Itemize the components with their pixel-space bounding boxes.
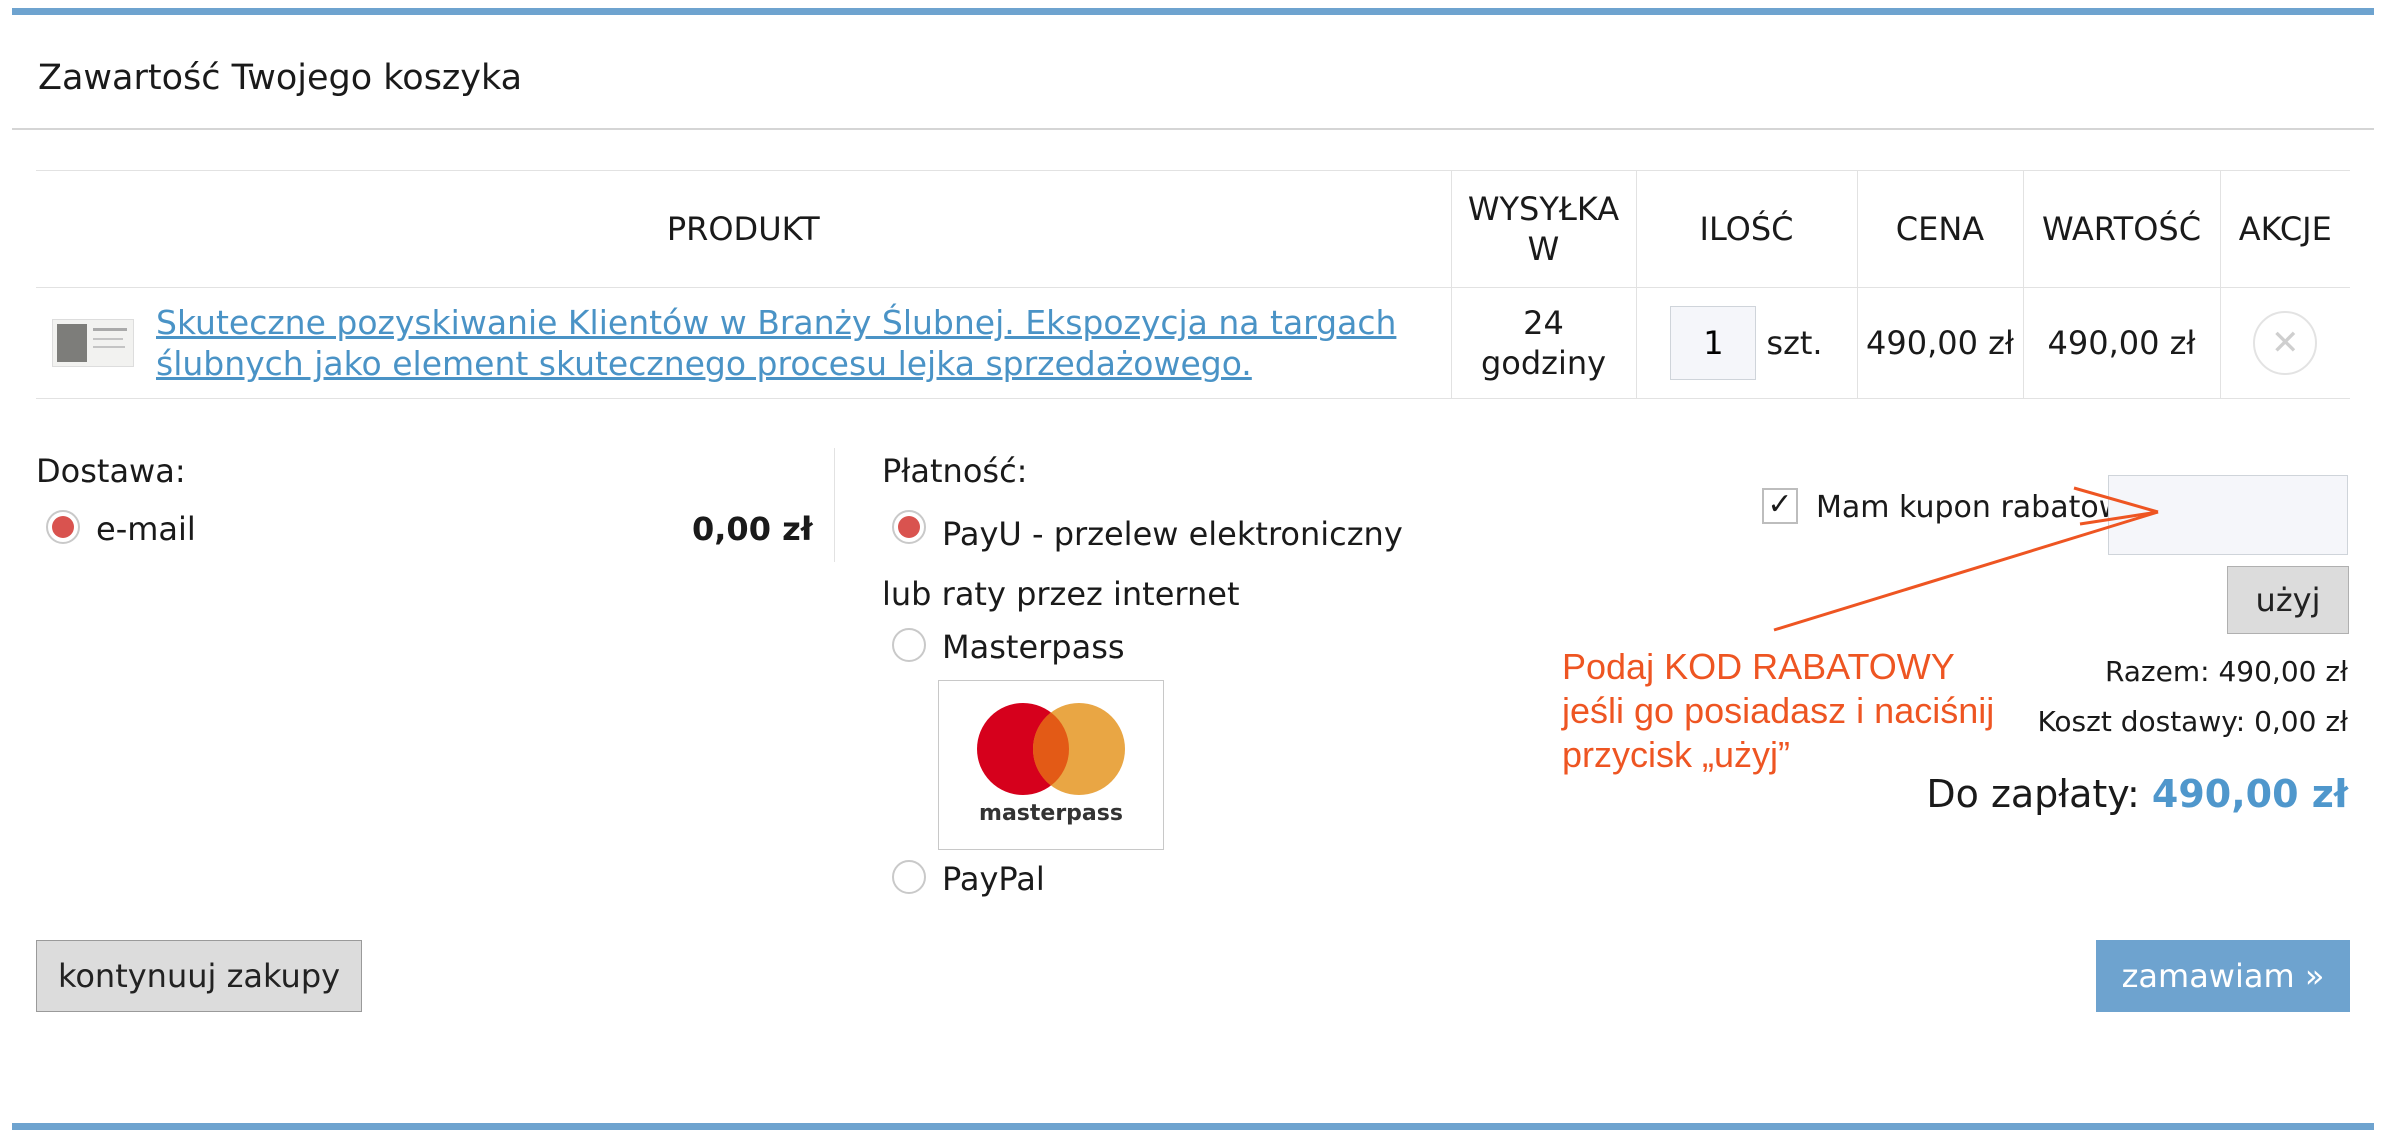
quantity-input[interactable] [1670, 306, 1757, 380]
quantity-cell: szt. [1635, 287, 1857, 399]
annotation-line-1: Podaj KOD RABATOWY [1562, 646, 1955, 687]
order-button[interactable]: zamawiam » [2096, 940, 2350, 1012]
apply-coupon-button[interactable]: użyj [2227, 566, 2349, 634]
annotation-line-3: przycisk „użyj” [1562, 734, 1791, 775]
payment-masterpass-label: Masterpass [942, 628, 1125, 666]
delivery-email-radio[interactable] [46, 510, 80, 544]
amount-due-value: 490,00 zł [2151, 772, 2348, 816]
delivery-price: 0,00 zł [692, 510, 813, 548]
page-title: Zawartość Twojego koszyka [38, 58, 523, 98]
amount-due: Do zapłaty: 490,00 zł [1926, 772, 2348, 816]
delivery-option-label: e-mail [96, 510, 196, 548]
cart-header-row: PRODUKT WYSYŁKA W ILOŚĆ CENA WARTOŚĆ AKCJ… [36, 170, 2350, 288]
annotation-arrow-icon [1773, 486, 2159, 632]
masterpass-logo-text: masterpass [979, 801, 1123, 826]
bottom-accent-bar [12, 1123, 2374, 1130]
payment-masterpass-radio[interactable] [892, 628, 926, 662]
top-accent-bar [12, 8, 2374, 15]
column-divider [834, 448, 835, 562]
table-row: Skuteczne pozyskiwanie Klientów w Branży… [36, 287, 2350, 399]
subtotal: Razem: 490,00 zł [2104, 655, 2348, 688]
payment-label: Płatność: [882, 452, 1028, 490]
product-cell: Skuteczne pozyskiwanie Klientów w Branży… [36, 287, 1451, 399]
close-icon: ✕ [2271, 323, 2300, 363]
quantity-unit: szt. [1766, 324, 1823, 362]
column-header-actions: AKCJE [2219, 170, 2350, 288]
cart-table: PRODUKT WYSYŁKA W ILOŚĆ CENA WARTOŚĆ AKCJ… [36, 170, 2350, 399]
shipping-time: 24 godziny [1450, 287, 1636, 399]
column-header-value: WARTOŚĆ [2022, 170, 2220, 288]
price-cell: 490,00 zł [1856, 287, 2023, 399]
product-link[interactable]: Skuteczne pozyskiwanie Klientów w Branży… [156, 302, 1451, 384]
value-cell: 490,00 zł [2022, 287, 2220, 399]
masterpass-logo: masterpass [938, 680, 1164, 850]
delivery-label: Dostawa: [36, 452, 186, 490]
actions-cell: ✕ [2219, 287, 2350, 399]
header-divider [12, 128, 2374, 130]
continue-shopping-button[interactable]: kontynuuj zakupy [36, 940, 362, 1012]
product-thumbnail[interactable] [52, 319, 134, 367]
payment-paypal-label: PayPal [942, 860, 1045, 898]
coupon-annotation: Podaj KOD RABATOWY jeśli go posiadasz i … [1562, 645, 1994, 777]
column-header-price: CENA [1856, 170, 2023, 288]
column-header-shipping: WYSYŁKA W [1450, 170, 1636, 288]
annotation-line-2: jeśli go posiadasz i naciśnij [1562, 690, 1995, 731]
column-header-quantity: ILOŚĆ [1635, 170, 1857, 288]
payment-payu-label: PayU - przelew elektroniczny lub raty pr… [882, 515, 1403, 613]
column-header-product: PRODUKT [36, 170, 1451, 288]
remove-item-button[interactable]: ✕ [2253, 311, 2318, 375]
shipping-cost: Koszt dostawy: 0,00 zł [2037, 705, 2348, 738]
payment-paypal-radio[interactable] [892, 860, 926, 894]
amount-due-label: Do zapłaty: [1926, 772, 2140, 816]
